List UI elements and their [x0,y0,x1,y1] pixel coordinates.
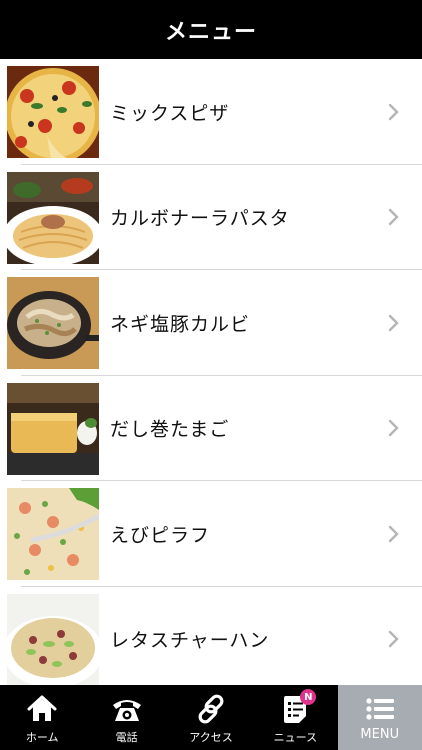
header-bar: メニュー [0,0,422,59]
menu-item-dashimaki-tamago[interactable]: だし巻たまご [0,376,422,482]
tab-label: ホーム [25,731,59,744]
chevron-right-icon [388,209,399,226]
menu-item-label: レタスチャーハン [110,629,270,652]
tab-news[interactable]: N ニュース [253,685,337,750]
tab-phone[interactable]: 電話 [84,685,168,750]
pilaf-image [7,488,99,580]
chevron-right-icon [388,314,399,331]
menu-list-icon [364,693,396,725]
chevron-right-icon [388,420,399,437]
tamago-image [7,382,99,475]
tab-label: ニュース [273,731,318,744]
pasta-image [7,171,99,264]
tab-bar: ホーム 電話 アクセス N ニュース MENU [0,685,422,750]
page-title: メニュー [164,19,257,45]
menu-item-label: ミックスピザ [110,102,230,125]
menu-item-label: えびピラフ [110,524,211,547]
tab-label: アクセス [189,731,233,744]
pork-kalbi-image [7,277,99,369]
tab-home[interactable]: ホーム [0,685,84,750]
menu-item-carbonara-pasta[interactable]: カルボナーラパスタ [0,165,422,271]
tab-label: MENU [360,727,400,742]
tab-access[interactable]: アクセス [169,685,253,750]
menu-item-label: カルボナーラパスタ [110,207,290,230]
menu-item-label: ネギ塩豚カルビ [110,313,251,336]
fried-rice-image [7,593,99,685]
menu-item-ebi-pilaf[interactable]: えびピラフ [0,481,422,587]
chevron-right-icon [388,525,399,542]
link-icon [195,693,227,725]
phone-icon [111,693,143,725]
news-icon: N [279,689,317,725]
chevron-right-icon [388,103,399,120]
menu-item-mix-pizza[interactable]: ミックスピザ [0,59,422,165]
menu-item-lettuce-fried-rice[interactable]: レタスチャーハン [0,587,422,685]
menu-item-negi-shio-pork-kalbi[interactable]: ネギ塩豚カルビ [0,270,422,376]
pizza-image [7,66,99,158]
news-badge: N [300,689,317,705]
menu-item-label: だし巻たまご [110,418,230,441]
tab-menu[interactable]: MENU [337,685,422,750]
home-icon [26,693,58,725]
tab-label: 電話 [115,731,138,744]
chevron-right-icon [388,631,399,648]
menu-list: ミックスピザ カルボナーラパスタ ネギ塩豚カルビ だし巻たまご えびピラフ レタ… [0,59,422,685]
